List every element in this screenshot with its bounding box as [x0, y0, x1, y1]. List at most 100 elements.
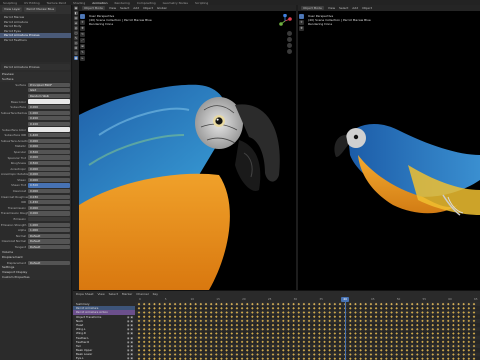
- property-field[interactable]: Default: [28, 233, 70, 238]
- data-icon[interactable]: △: [74, 51, 78, 55]
- property-field[interactable]: 0.000: [28, 138, 70, 143]
- constraint-icon[interactable]: ⌘: [74, 46, 78, 50]
- outliner-item[interactable]: Parrot Feathers: [0, 38, 71, 43]
- select-box-icon[interactable]: ⬚: [80, 14, 85, 19]
- move-icon[interactable]: ✥: [80, 26, 85, 31]
- channel-row[interactable]: Eye.L ◉ ▣: [73, 356, 135, 360]
- pan-icon[interactable]: [287, 37, 292, 42]
- property-field[interactable]: 1.450: [28, 200, 70, 205]
- measure-icon[interactable]: ⊾: [80, 56, 85, 61]
- annotate-icon[interactable]: ✎: [80, 50, 85, 55]
- menu-item[interactable]: Channel: [136, 292, 148, 296]
- keyframe-area[interactable]: [135, 302, 480, 360]
- menu-item[interactable]: Global: [157, 6, 167, 10]
- dope-sheet[interactable]: Dope Sheet View Select Marker Channel Key Sum…: [73, 290, 480, 360]
- select-box-icon[interactable]: ⬚: [299, 14, 304, 19]
- menu-item[interactable]: Object: [143, 6, 153, 10]
- playhead[interactable]: [345, 297, 347, 360]
- property-field[interactable]: 0.500: [28, 161, 70, 166]
- property-field[interactable]: Random Walk: [28, 93, 70, 99]
- menu-item[interactable]: Object: [362, 6, 372, 10]
- property-field[interactable]: 0.000: [28, 105, 70, 110]
- mode-dropdown[interactable]: Dope Sheet: [76, 292, 94, 296]
- modifier-icon[interactable]: ✎: [74, 36, 78, 40]
- property-field[interactable]: 0.000: [28, 211, 70, 216]
- grid-icon[interactable]: [287, 49, 292, 54]
- displacement-field[interactable]: Default: [28, 260, 70, 265]
- property-field[interactable]: [28, 216, 70, 222]
- workspace-tab[interactable]: Animation: [92, 1, 107, 5]
- output-icon[interactable]: ▤: [74, 16, 78, 20]
- world-icon[interactable]: ◍: [74, 26, 78, 30]
- workspace-tab[interactable]: Texture Paint: [47, 1, 66, 5]
- move-icon[interactable]: ✥: [299, 26, 304, 31]
- cursor-icon[interactable]: ✛: [299, 20, 304, 25]
- property-field[interactable]: 1.000: [28, 110, 70, 115]
- scale-icon[interactable]: ⤢: [80, 38, 85, 43]
- property-field[interactable]: 0.000: [28, 155, 70, 160]
- workspace-tab[interactable]: Shading: [73, 1, 85, 5]
- menu-item[interactable]: Marker: [122, 292, 132, 296]
- viewport-left[interactable]: Object Mode View Select Add Object Global Use…: [79, 5, 296, 290]
- property-field[interactable]: Default: [28, 244, 70, 250]
- workspace-tab[interactable]: Rendering: [115, 1, 130, 5]
- scene-icon[interactable]: ◈: [74, 21, 78, 25]
- property-field[interactable]: 0.000: [28, 172, 70, 177]
- cursor-icon[interactable]: ✛: [80, 20, 85, 25]
- keyframes[interactable]: [135, 302, 480, 360]
- property-field[interactable]: Principled BSDF: [28, 82, 70, 87]
- workspace-tab[interactable]: Compositing: [137, 1, 156, 5]
- current-frame-label[interactable]: 40: [341, 297, 350, 302]
- menu-item[interactable]: Select: [120, 6, 129, 10]
- rotate-icon[interactable]: ↻: [80, 32, 85, 37]
- property-field[interactable]: 0.100: [28, 121, 70, 127]
- channel-toggle-icons[interactable]: ◉ ▣: [127, 356, 133, 360]
- menu-item[interactable]: View: [109, 6, 116, 10]
- property-field[interactable]: 0.500: [28, 149, 70, 155]
- menu-item[interactable]: Add: [133, 6, 139, 10]
- property-field[interactable]: 0.000: [28, 177, 70, 182]
- property-field[interactable]: 0.000: [28, 205, 70, 210]
- menu-item[interactable]: Select: [109, 292, 118, 296]
- property-field[interactable]: 0.000: [28, 166, 70, 171]
- property-field[interactable]: 1.000: [28, 228, 70, 233]
- property-field[interactable]: 0.500: [28, 183, 70, 188]
- property-field[interactable]: 1.400: [28, 133, 70, 138]
- menu-item[interactable]: Select: [339, 6, 348, 10]
- property-label: Clearcoat Normal: [1, 239, 26, 244]
- property-field[interactable]: 0.000: [28, 144, 70, 149]
- property-field[interactable]: Default: [28, 239, 70, 244]
- active-material-name[interactable]: Parrot Armature Proxies: [1, 64, 70, 70]
- property-field[interactable]: 0.200: [28, 116, 70, 121]
- navigation-gizmo[interactable]: [278, 14, 292, 28]
- object-icon[interactable]: ▢: [74, 31, 78, 35]
- property-field[interactable]: 0.000: [28, 188, 70, 194]
- property-field[interactable]: [28, 127, 70, 132]
- zoom-icon[interactable]: [287, 31, 292, 36]
- custom-properties-section[interactable]: Custom Properties: [0, 275, 71, 281]
- property-field[interactable]: 0.030: [28, 194, 70, 199]
- workspace-tab[interactable]: Scripting: [195, 1, 208, 5]
- menu-item[interactable]: Key: [153, 292, 158, 296]
- workspace-tab[interactable]: UV Editing: [24, 1, 40, 5]
- render-icon[interactable]: ◧: [74, 11, 78, 15]
- menu-item[interactable]: Add: [352, 6, 358, 10]
- material-icon[interactable]: ●: [74, 56, 78, 60]
- property-field[interactable]: 1.000: [28, 222, 70, 227]
- menu-item[interactable]: View: [98, 292, 105, 296]
- scene-dropdown[interactable]: Parrot Macaw Blue: [24, 7, 57, 12]
- property-field[interactable]: GGX: [28, 88, 70, 93]
- workspace-tab[interactable]: Geometry Nodes: [163, 1, 188, 5]
- physics-icon[interactable]: ◎: [74, 41, 78, 45]
- view-layer-dropdown[interactable]: View Layer: [2, 7, 23, 12]
- mode-dropdown[interactable]: Object Mode: [82, 6, 105, 10]
- viewport-right[interactable]: Object Mode View Select Add Object User Pers…: [298, 5, 480, 290]
- tool-icon[interactable]: ▣: [74, 6, 78, 10]
- mode-dropdown[interactable]: Object Mode: [301, 6, 324, 10]
- camera-icon[interactable]: [287, 43, 292, 48]
- menu-item[interactable]: View: [328, 6, 335, 10]
- workspace-tab[interactable]: Sculpting: [3, 1, 17, 5]
- transform-icon[interactable]: ⊞: [80, 44, 85, 49]
- property-field[interactable]: [28, 99, 70, 104]
- property-row: Emission: [0, 216, 71, 222]
